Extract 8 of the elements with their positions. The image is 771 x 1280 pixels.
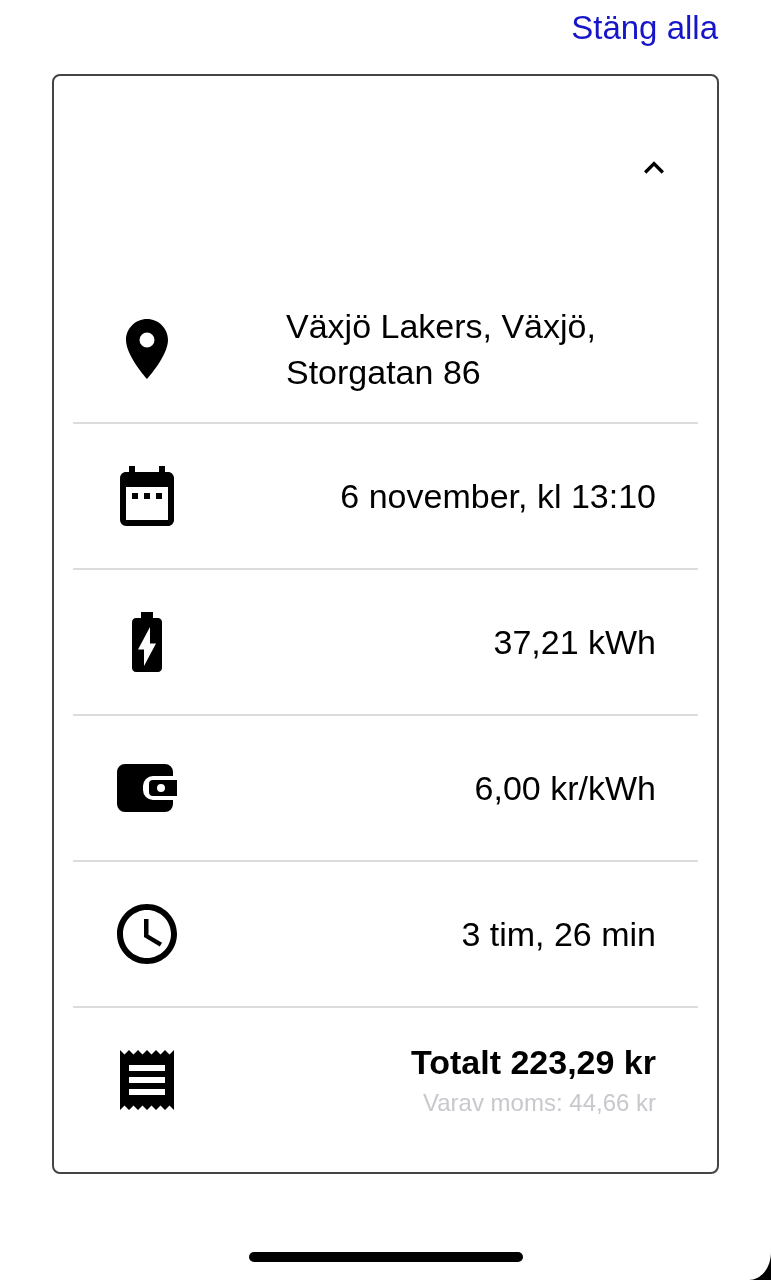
- wallet-icon: [117, 764, 177, 812]
- value-text: 6,00 kr/kWh: [474, 768, 656, 809]
- close-all-link[interactable]: Stäng alla: [571, 6, 718, 50]
- total-text: Totalt 223,29 kr: [410, 1042, 656, 1083]
- value-text: 6 november, kl 13:10: [340, 476, 656, 517]
- value-text: 3 tim, 26 min: [461, 914, 656, 955]
- address-text: Växjö Lakers, Växjö, Storgatan 86: [286, 306, 597, 393]
- value-text: 37,21 kWh: [493, 622, 656, 663]
